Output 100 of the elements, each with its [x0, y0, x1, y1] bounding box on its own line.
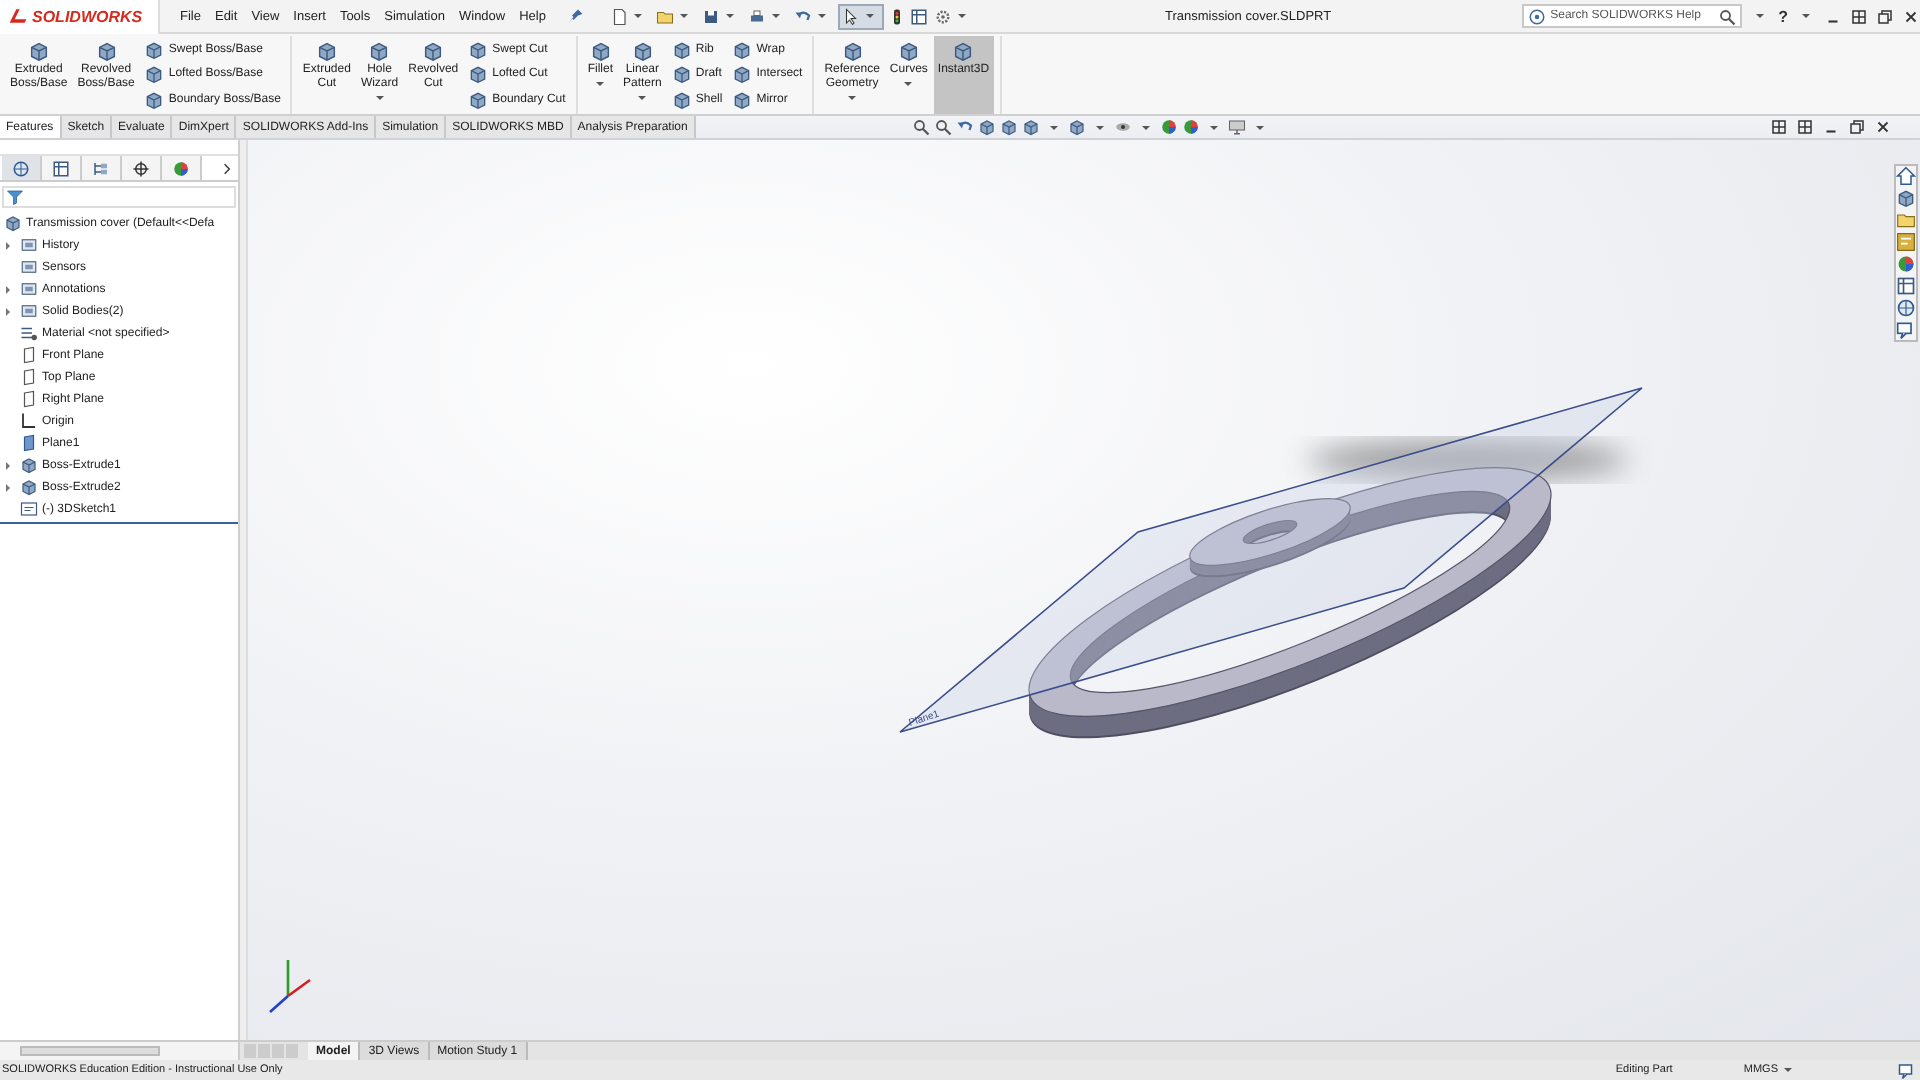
cube-icon [20, 456, 38, 474]
color-ball-icon[interactable] [1896, 254, 1916, 274]
part-icon [4, 214, 22, 232]
cube-icon [95, 40, 118, 62]
part-icon[interactable] [1896, 188, 1916, 208]
splitter-handle[interactable] [240, 140, 248, 1040]
cube-icon [468, 89, 489, 110]
origin-icon [20, 412, 38, 430]
cube-icon [422, 40, 445, 62]
caret-icon[interactable] [633, 14, 642, 18]
caret-icon[interactable] [865, 14, 874, 18]
cube-icon [589, 40, 612, 62]
panel-tab[interactable] [2, 156, 42, 180]
caret-icon[interactable] [817, 14, 826, 18]
chat-icon[interactable] [1898, 1061, 1916, 1079]
configuration-icon [92, 159, 110, 177]
cube-icon [144, 89, 165, 110]
new-document-icon[interactable] [609, 7, 628, 25]
home-icon[interactable] [1896, 166, 1916, 186]
caret-icon[interactable] [1049, 125, 1058, 129]
appearance-ball-icon[interactable] [1159, 118, 1178, 136]
open-folder-icon[interactable] [655, 7, 674, 25]
caret-icon[interactable] [1255, 125, 1264, 129]
cube-icon [732, 89, 753, 110]
expand-arrow-icon[interactable] [6, 483, 10, 491]
chat-icon[interactable] [1896, 320, 1916, 340]
save-icon[interactable] [701, 7, 720, 25]
caret-icon[interactable] [848, 96, 857, 100]
pointer-icon[interactable] [841, 7, 860, 25]
cube-icon [144, 40, 165, 61]
caret-icon[interactable] [1141, 125, 1150, 129]
restore-icon[interactable] [1848, 118, 1866, 136]
caret-icon[interactable] [1209, 125, 1218, 129]
settings-icon[interactable] [933, 7, 952, 25]
cube-icon [468, 64, 489, 85]
caret-icon[interactable] [904, 82, 913, 86]
reference-plane-drawing[interactable] [899, 387, 1643, 733]
ring-part-drawing[interactable] [1028, 467, 1552, 739]
tile-icon[interactable] [1796, 118, 1814, 136]
cube-icon [952, 40, 975, 62]
cube-icon [20, 478, 38, 496]
panel-tab[interactable] [42, 156, 82, 180]
eye-icon[interactable] [1113, 118, 1132, 136]
zoom-fit-icon[interactable] [911, 118, 930, 136]
expand-arrow-icon[interactable] [6, 307, 10, 315]
caret-icon[interactable] [596, 82, 605, 86]
help-circle-icon [1528, 7, 1547, 25]
plane-icon [20, 434, 38, 452]
caret-icon[interactable] [771, 14, 780, 18]
cube-icon [27, 40, 50, 62]
panel-tab[interactable] [122, 156, 162, 180]
expand-arrow-icon[interactable] [6, 285, 10, 293]
close-icon[interactable] [1874, 118, 1892, 136]
panel-tab[interactable] [162, 156, 202, 180]
material-list-icon [20, 324, 38, 342]
caret-icon[interactable] [375, 96, 384, 100]
color-ball-icon [172, 159, 190, 177]
cube-icon [732, 64, 753, 85]
cube-icon [671, 89, 692, 110]
cube-icon [315, 40, 338, 62]
cube-icon [144, 64, 165, 85]
caret-icon[interactable] [1784, 1068, 1792, 1072]
sketch-icon [20, 500, 38, 518]
monitor-icon[interactable] [1227, 118, 1246, 136]
app-logo: SOLIDWORKS [0, 0, 160, 33]
globe-icon[interactable] [1896, 298, 1916, 318]
scroll-thumb[interactable] [20, 1046, 160, 1056]
cube-icon [468, 40, 489, 61]
crosshair-icon [132, 159, 150, 177]
caret-icon[interactable] [1095, 125, 1104, 129]
cube-icon [368, 40, 391, 62]
filter-icon[interactable] [6, 188, 24, 206]
cube-icon [897, 40, 920, 62]
close-icon[interactable] [1902, 7, 1920, 25]
scene-icon[interactable] [1181, 118, 1200, 136]
help-button[interactable]: ? [1778, 7, 1788, 25]
pin-icon[interactable] [565, 7, 584, 25]
caret-icon[interactable] [1756, 14, 1765, 18]
caret-icon[interactable] [638, 96, 647, 100]
expand-arrow-icon[interactable] [6, 461, 10, 469]
scrollbar[interactable] [0, 1042, 240, 1060]
caret-icon[interactable] [679, 14, 688, 18]
cube-icon [732, 40, 753, 61]
restore-icon[interactable] [1876, 7, 1894, 25]
search-icon[interactable] [1718, 7, 1737, 25]
axis-triad-icon [269, 960, 311, 1013]
caret-icon[interactable] [957, 14, 966, 18]
caret-icon[interactable] [725, 14, 734, 18]
cube-icon [671, 64, 692, 85]
cube-icon [631, 40, 654, 62]
expand-arrow-icon[interactable] [6, 241, 10, 249]
zoom-area-icon[interactable] [933, 118, 952, 136]
cube-icon [671, 40, 692, 61]
undo-icon[interactable] [793, 7, 812, 25]
cube-icon [841, 40, 864, 62]
caret-icon[interactable] [1802, 14, 1810, 18]
panel-icon[interactable] [909, 7, 928, 25]
print-icon[interactable] [747, 7, 766, 25]
tile-icon[interactable] [1850, 7, 1868, 25]
tile-icon[interactable] [1770, 118, 1788, 136]
